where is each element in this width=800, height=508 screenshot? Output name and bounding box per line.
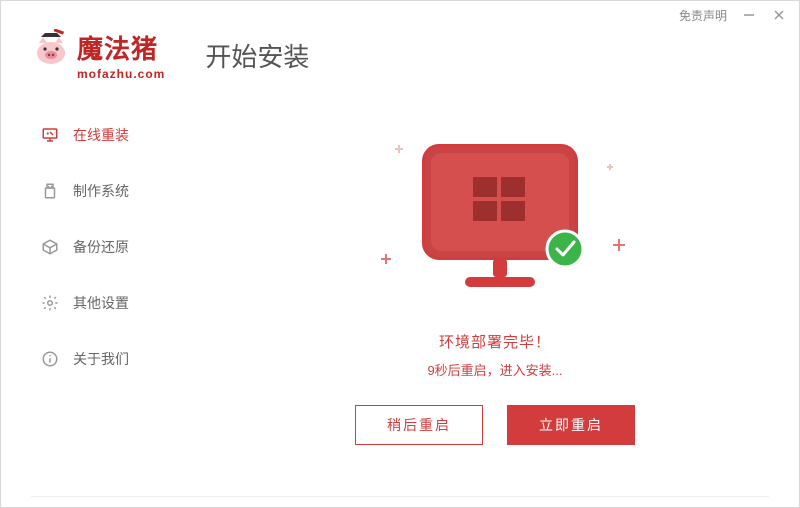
pig-logo-icon: [31, 29, 71, 69]
monitor-icon: [41, 126, 59, 144]
sidebar-item-label: 在线重装: [73, 125, 129, 145]
status-title: 环境部署完毕！: [439, 331, 551, 352]
app-window: 免责声明: [0, 0, 800, 508]
brand-name-cn: 魔法猪: [77, 36, 158, 62]
usb-icon: [41, 182, 59, 200]
box-icon: [41, 238, 59, 256]
gear-icon: [41, 294, 59, 312]
sidebar-item-settings[interactable]: 其他设置: [1, 281, 191, 325]
page-title: 开始安装: [205, 37, 309, 74]
footer-divider: [31, 496, 769, 497]
restart-later-button[interactable]: 稍后重启: [355, 405, 483, 445]
sidebar: 在线重装 制作系统 备份还原 其他设置: [1, 89, 191, 507]
close-icon: [773, 9, 785, 21]
info-icon: [41, 350, 59, 368]
titlebar: 免责声明: [1, 1, 799, 29]
body: 在线重装 制作系统 备份还原 其他设置: [1, 89, 799, 507]
sidebar-item-label: 关于我们: [73, 349, 129, 369]
status-subtitle: 9秒后重启，进入安装...: [427, 360, 562, 379]
restart-now-button[interactable]: 立即重启: [507, 405, 635, 445]
sidebar-item-label: 备份还原: [73, 237, 129, 257]
minimize-icon: [743, 9, 755, 21]
minimize-button[interactable]: [741, 7, 757, 23]
header: 魔法猪 mofazhu.com 开始安装: [1, 29, 799, 89]
sidebar-item-make-system[interactable]: 制作系统: [1, 169, 191, 213]
close-button[interactable]: [771, 7, 787, 23]
sidebar-item-reinstall[interactable]: 在线重装: [1, 113, 191, 157]
disclaimer-link[interactable]: 免责声明: [679, 7, 727, 24]
sidebar-item-backup[interactable]: 备份还原: [1, 225, 191, 269]
logo: 魔法猪 mofazhu.com: [31, 29, 165, 81]
sidebar-item-label: 制作系统: [73, 181, 129, 201]
main-panel: 环境部署完毕！ 9秒后重启，进入安装... 稍后重启 立即重启: [191, 89, 799, 507]
sidebar-item-label: 其他设置: [73, 293, 129, 313]
brand-name-en: mofazhu.com: [77, 67, 165, 81]
monitor-illustration: [355, 129, 635, 309]
button-row: 稍后重启 立即重启: [355, 405, 635, 445]
sidebar-item-about[interactable]: 关于我们: [1, 337, 191, 381]
